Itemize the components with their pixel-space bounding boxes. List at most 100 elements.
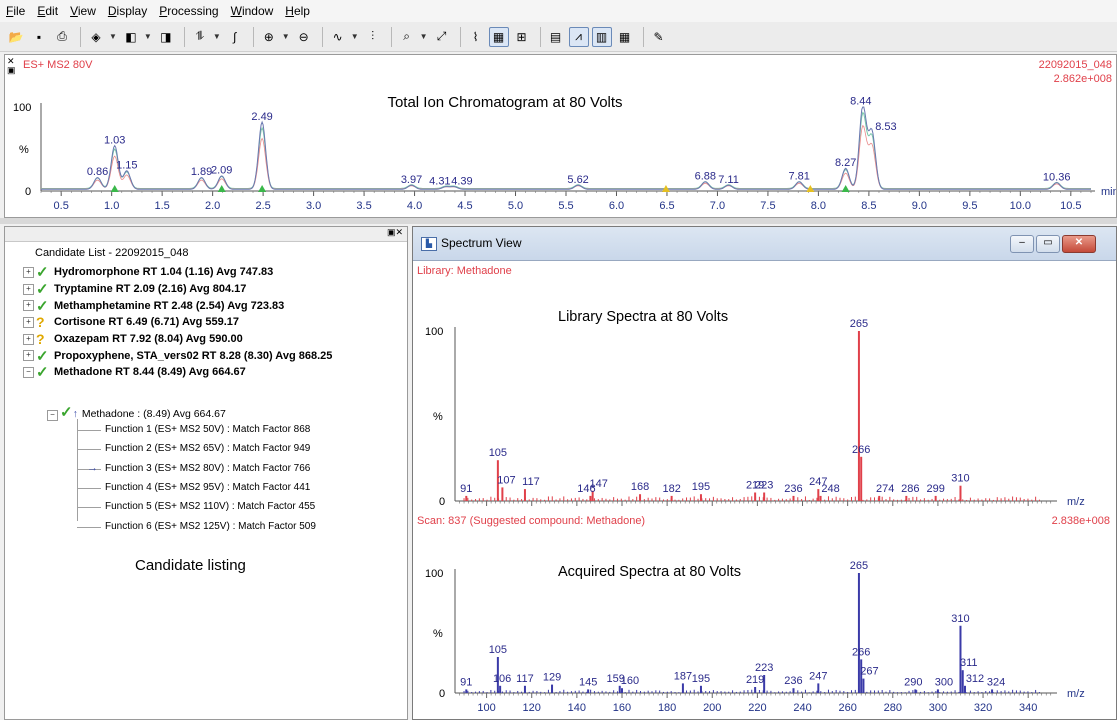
expand-icon[interactable]: + (23, 333, 34, 345)
library-spectrum-peak-label: 195 (692, 481, 710, 493)
tic-x-tick-label: 8.5 (861, 200, 876, 212)
dropdown-arrow-icon[interactable]: ▼ (282, 32, 290, 41)
function-item[interactable]: Function 5 (ES+ MS2 110V) : Match Factor… (105, 501, 315, 512)
tic-peak-label: 0.86 (87, 166, 108, 178)
tic-peak-label: 1.15 (116, 160, 137, 172)
expand-icon[interactable]: + (23, 266, 34, 278)
library-spectrum-peak-label: 117 (522, 476, 540, 488)
acquired-spectrum-peak-label: 267 (860, 666, 878, 678)
open-icon[interactable]: 📂 (6, 27, 26, 47)
splitter[interactable] (0, 218, 1117, 224)
question-mark-icon: ? (36, 314, 45, 331)
candidate-item[interactable]: +? Cortisone RT 6.49 (6.71) Avg 559.17 (23, 314, 332, 331)
tic-peak-label: 2.49 (251, 111, 272, 123)
expand-icon[interactable]: + (23, 283, 34, 295)
grid-icon[interactable]: ▦ (615, 27, 635, 47)
stack-icon[interactable]: ▥ (591, 26, 612, 47)
library-search-icon[interactable]: ⌕ (397, 27, 417, 47)
menu-processing[interactable]: Processing (153, 4, 224, 18)
copy-icon[interactable]: ◧ (121, 27, 141, 47)
acquired-spectrum-peak-label: 310 (951, 613, 969, 625)
dropdown-arrow-icon[interactable]: ▼ (213, 32, 221, 41)
function-item[interactable]: Function 4 (ES+ MS2 95V) : Match Factor … (105, 482, 310, 493)
tic-peak-label: 7.81 (789, 170, 810, 182)
panel-close-icon[interactable]: ▣✕ (387, 227, 403, 238)
menu-file[interactable]: File (0, 4, 31, 18)
candidate-item[interactable]: + ✓ Methamphetamine RT 2.48 (2.54) Avg 723… (23, 297, 332, 315)
fit-icon[interactable]: ⤢ (432, 27, 452, 47)
acquired-spectrum-x-tick-label: 340 (1019, 702, 1037, 714)
checkmark-icon: ✓ (36, 281, 49, 299)
acquired-spectrum-y-tick-100: 100 (425, 568, 443, 580)
acquired-spectrum-peak-label: 129 (543, 672, 561, 684)
minimize-button[interactable]: – (1010, 235, 1034, 253)
candidate-item[interactable]: + ✓ Hydromorphone RT 1.04 (1.16) Avg 747.8… (23, 264, 332, 281)
candidate-item[interactable]: + ✓ Tryptamine RT 2.09 (2.16) Avg 804.17 (23, 281, 332, 298)
menu-window[interactable]: Window (225, 4, 280, 18)
map-icon[interactable]: ⊞ (512, 27, 532, 47)
tic-x-tick-label: 6.0 (609, 200, 624, 212)
peak-detect-icon[interactable]: ⥮ (190, 27, 210, 47)
integrate-icon[interactable]: ∫ (225, 27, 245, 47)
spectrum-charts[interactable]: 100%0 m/z91105107 117146147 168 182 195 219223… (413, 261, 1116, 719)
tic-x-tick-label: 8.0 (811, 200, 826, 212)
acquired-spectrum-x-tick-label: 100 (477, 702, 495, 714)
tic-chart[interactable]: 100% 0 0.5 1.0 1.5 2.0 2.5 3.0 3.5 4.0 4.5 5.0 5.5 6.… (5, 55, 1116, 217)
library-spectrum-y-tick-100: 100 (425, 326, 443, 338)
candidate-sub-item[interactable]: − ✓↑ Methadone : (8.49) Avg 664.67 (47, 403, 226, 421)
print-icon[interactable]: ⎙ (52, 27, 72, 47)
chromatogram-icon[interactable]: ⌇ (466, 27, 486, 47)
smooth-icon[interactable]: ∿ (328, 27, 348, 47)
spectrum-icon[interactable]: ▦ (488, 26, 509, 47)
menu-view[interactable]: View (64, 4, 102, 18)
function-item[interactable]: Function 2 (ES+ MS2 65V) : Match Factor … (105, 443, 310, 454)
menu-edit[interactable]: Edit (31, 4, 64, 18)
acquired-spectrum-peak-label: 195 (692, 673, 710, 685)
tic-x-tick-label: 1.0 (104, 200, 119, 212)
centroid-icon[interactable]: ⫶ (363, 27, 383, 47)
function-item[interactable]: Function 1 (ES+ MS2 50V) : Match Factor … (105, 424, 310, 435)
restore-button[interactable]: ▭ (1036, 235, 1060, 253)
menu-help[interactable]: Help (279, 4, 316, 18)
candidate-item[interactable]: + ✓ Propoxyphene, STA_vers02 RT 8.28 (8.30… (23, 347, 332, 365)
paste-icon[interactable]: ◨ (156, 27, 176, 47)
dropdown-arrow-icon[interactable]: ▼ (109, 32, 117, 41)
expand-icon[interactable]: + (23, 316, 34, 328)
acquired-spectrum-x-unit: m/z (1067, 688, 1085, 700)
spectrum-tool-icon[interactable]: ◈ (86, 27, 106, 47)
menu-display[interactable]: Display (102, 4, 153, 18)
library-spectrum-y-tick-0: 0 (439, 496, 445, 508)
acquired-spectrum-peak-label: 300 (935, 676, 953, 688)
acquired-spectrum-peak-label: 160 (621, 675, 639, 687)
library-spectrum-peak-label: 274 (876, 483, 894, 495)
candidate-list: + ✓ Hydromorphone RT 1.04 (1.16) Avg 747.8… (23, 264, 332, 381)
expand-icon[interactable]: + (23, 300, 34, 312)
function-item[interactable]: Function 6 (ES+ MS2 125V) : Match Factor… (105, 521, 316, 532)
acquired-spectrum-peak-label: 290 (904, 676, 922, 688)
overlay-icon[interactable]: ⩘ (568, 26, 589, 47)
subtract-icon[interactable]: ⊖ (294, 27, 314, 47)
toolbar-separator (183, 26, 185, 47)
candidate-item[interactable]: +? Oxazepam RT 7.92 (8.04) Avg 590.00 (23, 331, 332, 348)
tic-trace-tertiary (41, 124, 1091, 190)
collapse-icon[interactable]: − (23, 366, 34, 378)
close-button[interactable]: ✕ (1062, 235, 1096, 253)
edit-icon[interactable]: ✎ (649, 27, 669, 47)
function-item[interactable]: Function 3 (ES+ MS2 80V) : Match Factor … (105, 463, 310, 474)
dropdown-arrow-icon[interactable]: ▼ (144, 32, 152, 41)
candidate-item[interactable]: − ✓ Methadone RT 8.44 (8.49) Avg 664.67 (23, 364, 332, 381)
candidate-label: Tryptamine RT 2.09 (2.16) Avg 804.17 (54, 283, 247, 296)
save-icon[interactable]: ▪ (29, 27, 49, 47)
collapse-icon[interactable]: − (47, 410, 58, 421)
acquired-spectrum-peak-label: 117 (516, 673, 534, 685)
combine-icon[interactable]: ⊕ (259, 27, 279, 47)
current-arrow-icon: → (87, 461, 98, 474)
report-icon[interactable]: ▤ (546, 27, 566, 47)
dropdown-arrow-icon[interactable]: ▼ (420, 32, 428, 41)
dropdown-arrow-icon[interactable]: ▼ (351, 32, 359, 41)
expand-icon[interactable]: + (23, 350, 34, 362)
checkmark-icon: ✓ (36, 364, 49, 382)
library-spectrum-peak-label: 310 (951, 473, 969, 485)
acquired-spectrum-peak-label: 105 (489, 644, 507, 656)
acquired-spectrum-peak-label: 145 (579, 676, 597, 688)
